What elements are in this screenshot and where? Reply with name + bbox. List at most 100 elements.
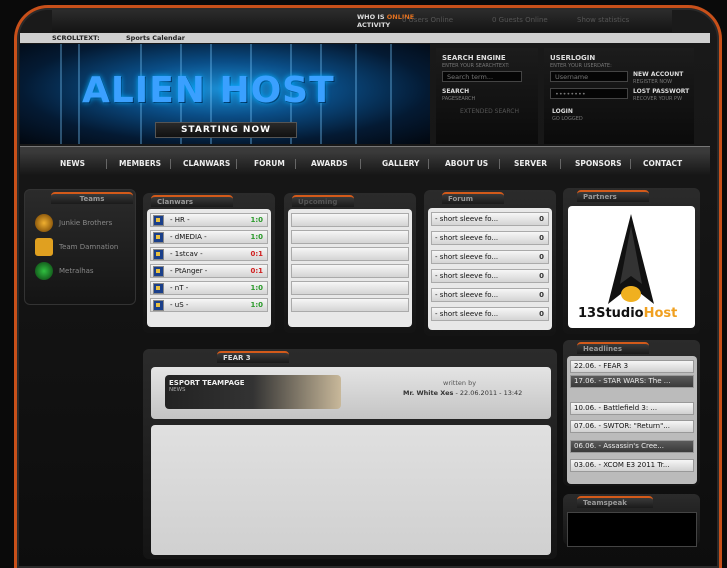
junkie-brothers-logo	[35, 214, 53, 232]
team-junkie-brothers[interactable]: Junkie Brothers	[59, 219, 112, 227]
headlines-list: 22.06. - FEAR 3 17.06. - STAR WARS: The …	[567, 356, 697, 484]
headline-row[interactable]: 07.06. - SWTOR: "Return"...	[570, 420, 694, 433]
nav-clanwars[interactable]: CLANWARS	[183, 159, 230, 168]
search-subtitle: ENTER YOUR SEARCHTEXT:	[442, 63, 510, 69]
forum-row[interactable]: - short sleeve fo... 0	[431, 250, 549, 264]
clanwar-row[interactable]: - uS -1:0	[150, 298, 268, 312]
extended-search-link[interactable]: EXTENDED SEARCH	[460, 108, 519, 115]
search-panel: SEARCH ENGINE ENTER YOUR SEARCHTEXT: Sea…	[436, 48, 538, 144]
search-input[interactable]: Search term...	[442, 71, 522, 82]
headline-row[interactable]: 10.06. - Battlefield 3: ...	[570, 402, 694, 415]
teamspeak-viewer	[567, 512, 697, 547]
starting-now-button[interactable]: STARTING NOW	[155, 122, 297, 138]
scrolltext-label: SCROLLTEXT:	[52, 34, 100, 42]
upcoming-row	[291, 230, 409, 244]
team-metralhas[interactable]: Metralhas	[59, 267, 94, 275]
upcoming-box: Upcoming	[284, 193, 416, 333]
guests-online[interactable]: 0 Guests Online	[492, 16, 548, 24]
upcoming-title: Upcoming	[292, 195, 354, 207]
search-button[interactable]: SEARCH	[442, 88, 469, 95]
nav-server[interactable]: SERVER	[514, 159, 547, 168]
teamspeak-title: Teamspeak	[577, 496, 653, 508]
clanwar-row[interactable]: - PtAnger -0:1	[150, 264, 268, 278]
main-nav: NEWS MEMBERS CLANWARS FORUM AWARDS GALLE…	[20, 152, 710, 176]
top-bar: WHO IS ONLINE ACTIVITY 0 Users Online 0 …	[52, 10, 672, 32]
partners-title: Partners	[577, 190, 649, 202]
forum-box: Forum - short sleeve fo... 0 - short slee…	[424, 190, 556, 336]
nav-contact[interactable]: CONTACT	[643, 159, 682, 168]
login-subtitle: ENTER YOUR USERDATE:	[550, 63, 612, 69]
nav-members[interactable]: MEMBERS	[119, 159, 161, 168]
upcoming-row	[291, 213, 409, 227]
nav-about-us[interactable]: ABOUT US	[445, 159, 488, 168]
teams-box: Teams Junkie Brothers Team Damnation Met…	[24, 189, 136, 305]
partner-name: 13StudioHost	[578, 306, 678, 321]
forum-row[interactable]: - short sleeve fo... 0	[431, 288, 549, 302]
news-author[interactable]: Mr. White Xes	[403, 389, 453, 397]
upcoming-row	[291, 247, 409, 261]
clanwars-box: Clanwars - HR -1:0 - dMEDIA -1:0 - 1stca…	[143, 193, 275, 333]
site-logo: ALIEN HOST	[82, 70, 335, 111]
search-title: SEARCH ENGINE	[442, 54, 506, 62]
show-statistics-link[interactable]: Show statistics	[577, 16, 629, 24]
forum-title: Forum	[442, 192, 504, 204]
login-panel: USERLOGIN ENTER YOUR USERDATE: Username …	[544, 48, 694, 144]
headline-row[interactable]: 17.06. - STAR WARS: The ...	[570, 375, 694, 388]
header-banner: ALIEN HOST STARTING NOW	[20, 44, 430, 144]
metralhas-logo	[35, 262, 53, 280]
lost-password-link[interactable]: LOST PASSWORT	[633, 88, 689, 95]
upcoming-row	[291, 298, 409, 312]
forum-list: - short sleeve fo... 0 - short sleeve fo.…	[428, 208, 552, 330]
go-logged-label: GO LOGGED	[552, 116, 583, 122]
nav-gallery[interactable]: GALLERY	[382, 159, 419, 168]
clanwar-row[interactable]: - HR -1:0	[150, 213, 268, 227]
partner-banner[interactable]: 13StudioHost	[568, 206, 695, 328]
team-damnation-logo	[35, 238, 53, 256]
scrolltext-bar: SCROLLTEXT: Sports Calendar	[20, 33, 710, 43]
upcoming-row	[291, 281, 409, 295]
forum-row[interactable]: - short sleeve fo... 0	[431, 212, 549, 226]
nav-news[interactable]: NEWS	[60, 159, 85, 168]
scrolltext-content[interactable]: Sports Calendar	[126, 34, 185, 42]
headline-row[interactable]: 06.06. - Assassin's Cree...	[570, 440, 694, 453]
banner-title: ESPORT TEAMPAGE	[169, 379, 245, 387]
nav-sponsors[interactable]: SPONSORS	[575, 159, 622, 168]
esport-teampage-banner: ESPORT TEAMPAGE NEWS	[165, 375, 341, 409]
news-content	[151, 425, 551, 555]
forum-row[interactable]: - short sleeve fo... 0	[431, 269, 549, 283]
users-online[interactable]: 0 Users Online	[402, 16, 453, 24]
forum-row[interactable]: - short sleeve fo... 0	[431, 307, 549, 321]
written-by-label: written by	[443, 379, 477, 387]
teams-title: Teams	[51, 192, 133, 204]
nav-forum[interactable]: FORUM	[254, 159, 285, 168]
search-sub: PAGESEARCH	[442, 96, 476, 102]
login-title: USERLOGIN	[550, 54, 596, 62]
register-now-link[interactable]: REGISTER NOW	[633, 79, 672, 85]
team-damnation[interactable]: Team Damnation	[59, 243, 118, 251]
clanwars-list: - HR -1:0 - dMEDIA -1:0 - 1stcav -0:1 - …	[147, 209, 271, 327]
news-title: FEAR 3	[217, 351, 289, 363]
news-meta: Mr. White Xes - 22.06.2011 - 13:42	[403, 389, 523, 397]
recover-password-link[interactable]: RECOVER YOUR PW	[633, 96, 682, 102]
headlines-title: Headlines	[577, 342, 649, 354]
headline-row[interactable]: 22.06. - FEAR 3	[570, 360, 694, 373]
forum-row[interactable]: - short sleeve fo... 0	[431, 231, 549, 245]
headline-row[interactable]: 03.06. - XCOM E3 2011 Tr...	[570, 459, 694, 472]
upcoming-list	[288, 209, 412, 327]
clanwars-title: Clanwars	[151, 195, 233, 207]
teamspeak-box: Teamspeak	[563, 494, 700, 547]
nav-awards[interactable]: AWARDS	[311, 159, 348, 168]
news-box: FEAR 3 ESPORT TEAMPAGE NEWS written by M…	[143, 349, 557, 559]
clanwar-row[interactable]: - 1stcav -0:1	[150, 247, 268, 261]
banner-sub: NEWS	[169, 387, 186, 393]
new-account-link[interactable]: NEW ACCOUNT	[633, 71, 683, 78]
upcoming-row	[291, 264, 409, 278]
headlines-box: Headlines 22.06. - FEAR 3 17.06. - STAR …	[563, 340, 700, 486]
password-input[interactable]: ••••••••	[550, 88, 628, 99]
partners-box: Partners 13StudioHost	[563, 188, 700, 334]
clanwar-row[interactable]: - dMEDIA -1:0	[150, 230, 268, 244]
clanwar-row[interactable]: - nT -1:0	[150, 281, 268, 295]
news-header: ESPORT TEAMPAGE NEWS written by Mr. Whit…	[151, 367, 551, 419]
login-button[interactable]: LOGIN	[552, 108, 573, 115]
username-input[interactable]: Username	[550, 71, 628, 82]
